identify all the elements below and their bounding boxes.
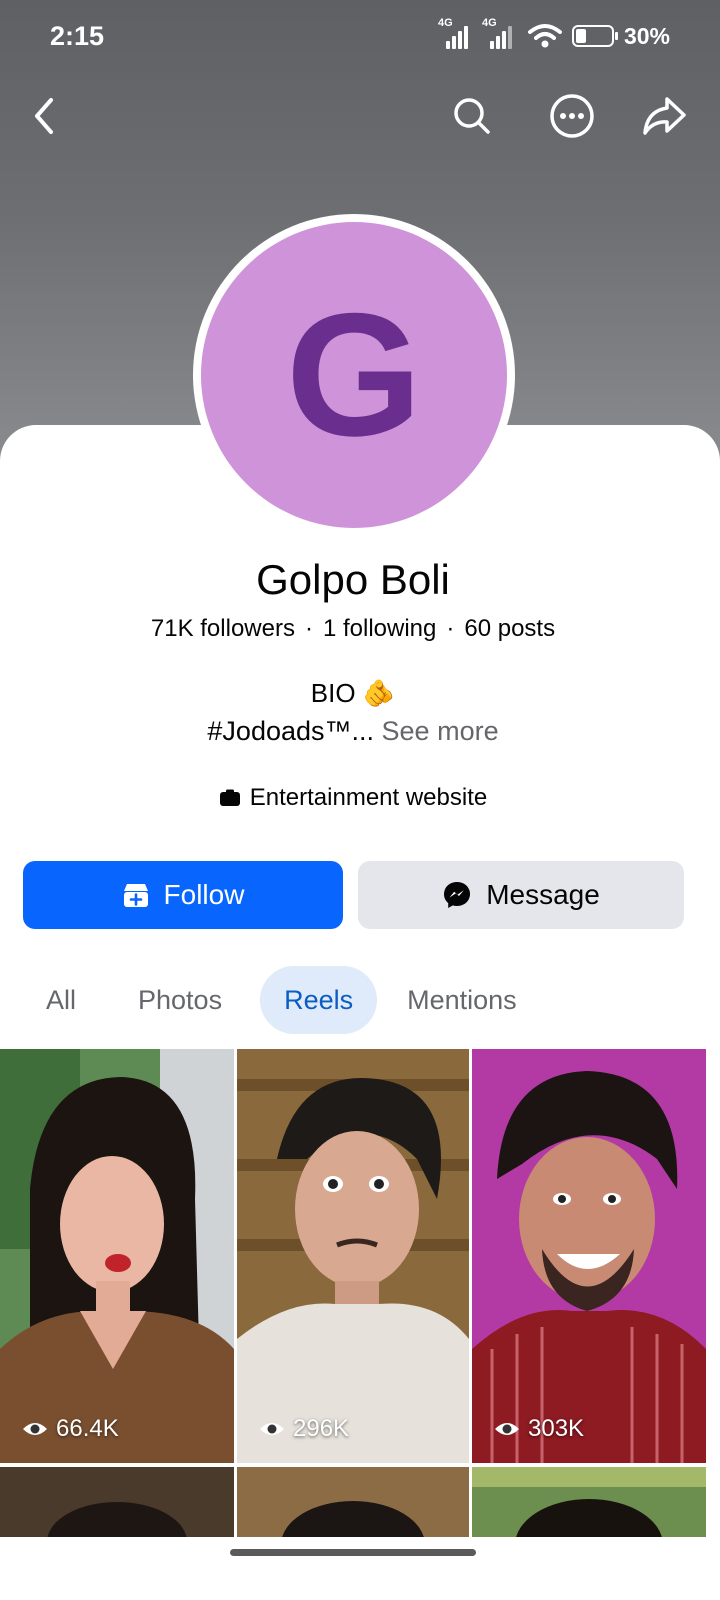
- bio-text: #Jodoads™... See more: [0, 716, 706, 747]
- stat-separator: ·: [446, 615, 455, 642]
- tab-reels[interactable]: Reels: [260, 966, 378, 1034]
- view-count-label: 296K: [293, 1415, 350, 1442]
- reel-thumbnail[interactable]: 296K: [237, 1049, 469, 1463]
- battery-percent: 30%: [623, 22, 670, 49]
- share-icon: [643, 97, 686, 135]
- search-icon: [454, 98, 490, 134]
- view-count-label: 66.4K: [56, 1415, 119, 1442]
- reel-thumbnail-image: [472, 1049, 706, 1463]
- reel-thumbnail[interactable]: 66.4K: [0, 1049, 234, 1463]
- eye-icon: [260, 1423, 284, 1435]
- home-indicator[interactable]: [230, 1549, 476, 1556]
- reel-thumbnail-image: [472, 1467, 706, 1537]
- see-more-link[interactable]: See more: [382, 716, 499, 746]
- more-horizontal-icon: [550, 94, 594, 138]
- view-count-label: 303K: [528, 1415, 585, 1442]
- eye-icon: [495, 1423, 519, 1435]
- view-count: 66.4K: [22, 1415, 119, 1443]
- tab-photos[interactable]: Photos: [114, 966, 246, 1034]
- cellular-signal-icon: 4G: [438, 17, 468, 49]
- reel-thumbnail-image: [0, 1467, 234, 1537]
- bio-snippet: #Jodoads™...: [207, 716, 375, 746]
- bio-line: BIO 🫵: [310, 678, 396, 708]
- eye-icon: [23, 1423, 47, 1435]
- profile-tabs: All Photos Reels Mentions: [22, 966, 541, 1034]
- status-icons: 4G 4G 30%: [438, 17, 670, 50]
- page-name: Golpo Boli: [256, 556, 450, 603]
- message-label: Message: [486, 879, 600, 910]
- avatar[interactable]: G: [193, 214, 515, 536]
- top-nav: [0, 88, 720, 148]
- follow-icon: [123, 884, 148, 907]
- share-button[interactable]: [636, 88, 692, 144]
- reel-thumbnail[interactable]: [0, 1467, 234, 1537]
- briefcase-icon: [219, 789, 240, 806]
- category-label: Entertainment website: [249, 784, 488, 811]
- wifi-icon: [527, 24, 562, 48]
- posts-count: 60 posts: [464, 615, 556, 642]
- reel-thumbnail[interactable]: [472, 1467, 706, 1537]
- action-buttons: Follow Message: [23, 861, 684, 929]
- network-type-label-2: 4G: [481, 17, 497, 29]
- reel-thumbnail-image: [237, 1049, 469, 1463]
- followers-count[interactable]: 71K followers: [151, 615, 295, 642]
- stat-separator: ·: [304, 615, 313, 642]
- view-count: 303K: [494, 1415, 584, 1443]
- page-category: Entertainment website: [0, 784, 706, 812]
- following-count[interactable]: 1 following: [323, 615, 436, 642]
- message-button[interactable]: Message: [358, 861, 684, 929]
- avatar-letter: G: [201, 222, 507, 528]
- view-count: 296K: [259, 1415, 349, 1443]
- status-time: 2:15: [50, 20, 105, 51]
- reel-thumbnail-image: [237, 1467, 469, 1537]
- follow-label: Follow: [163, 879, 245, 910]
- status-bar: 2:15 4G 4G 30%: [0, 0, 720, 72]
- more-button[interactable]: [544, 88, 600, 144]
- back-button[interactable]: [16, 88, 72, 144]
- cellular-signal-icon-2: 4G: [482, 17, 512, 49]
- tab-all[interactable]: All: [22, 966, 100, 1034]
- network-type-label: 4G: [437, 17, 453, 29]
- tab-mentions[interactable]: Mentions: [383, 966, 541, 1034]
- reel-thumbnail[interactable]: [237, 1467, 469, 1537]
- profile-stats: 71K followers · 1 following · 60 posts: [0, 615, 706, 643]
- search-button[interactable]: [444, 88, 500, 144]
- reel-thumbnail-image: [0, 1049, 234, 1463]
- follow-button[interactable]: Follow: [23, 861, 343, 929]
- chevron-left-icon: [35, 98, 53, 134]
- reel-thumbnail[interactable]: 303K: [472, 1049, 706, 1463]
- battery-icon: [571, 25, 618, 47]
- messenger-icon: [444, 882, 471, 908]
